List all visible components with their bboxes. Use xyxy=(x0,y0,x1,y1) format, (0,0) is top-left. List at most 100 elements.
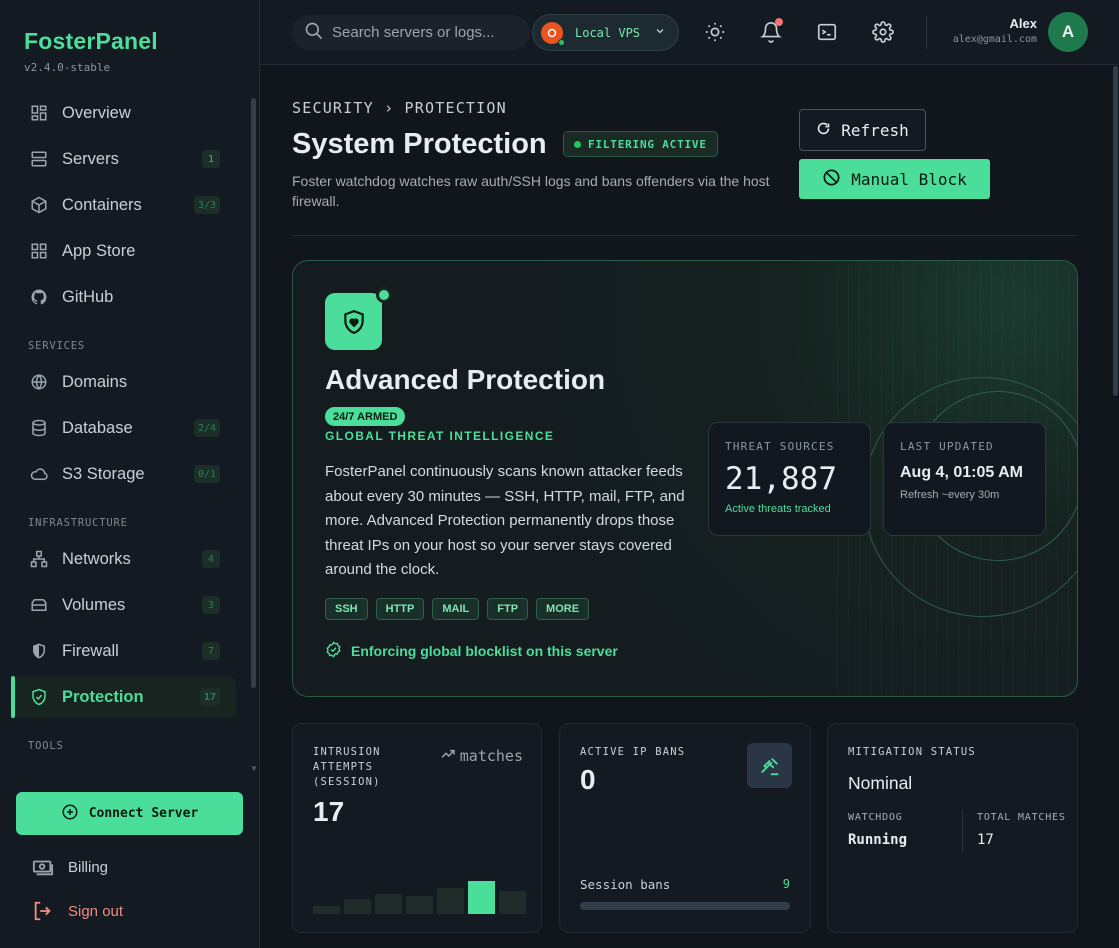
topbar: Local VPS Alex alex@gmail.com A xyxy=(260,0,1119,65)
bans-label: ACTIVE IP BANS xyxy=(580,746,686,758)
search-bar[interactable] xyxy=(292,15,530,50)
sparkline-bar xyxy=(499,891,526,914)
scroll-down-arrow-icon[interactable]: ▼ xyxy=(250,764,258,773)
section-title-tools: TOOLS xyxy=(28,740,64,752)
sparkline-bar xyxy=(437,888,464,914)
shield-heart-icon xyxy=(325,287,392,350)
sidebar-item-overview[interactable]: Overview xyxy=(12,92,236,134)
sidebar-scrollbar[interactable] xyxy=(251,98,256,688)
gear-icon[interactable] xyxy=(871,20,895,44)
tag-mail: MAIL xyxy=(432,598,480,620)
sidebar-item-protection[interactable]: Protection 17 xyxy=(11,676,236,718)
total-matches-value: 17 xyxy=(977,832,994,848)
enforcement-status: Enforcing global blocklist on this serve… xyxy=(325,641,618,661)
count-badge: 17 xyxy=(199,688,220,706)
sidebar-item-domains[interactable]: Domains xyxy=(12,361,236,403)
watchdog-value: Running xyxy=(848,832,908,848)
sidebar-item-label: Volumes xyxy=(62,595,126,614)
volume-icon xyxy=(30,596,48,614)
user-info[interactable]: Alex alex@gmail.com xyxy=(953,16,1037,45)
last-updated-note: Refresh ~every 30m xyxy=(900,489,1000,501)
sidebar-item-label: Firewall xyxy=(62,641,119,660)
section-title-services: SERVICES xyxy=(28,340,85,352)
sign-out-link[interactable]: Sign out xyxy=(32,900,123,922)
money-icon xyxy=(32,856,54,878)
threat-sources-card: THREAT SOURCES 21,887 Active threats tra… xyxy=(708,422,871,536)
sidebar-item-firewall[interactable]: Firewall 7 xyxy=(12,630,236,672)
bell-icon[interactable] xyxy=(759,18,783,44)
trending-up-icon xyxy=(440,746,456,766)
containers-icon xyxy=(30,196,48,214)
database-icon xyxy=(30,419,48,437)
sidebar-item-label: App Store xyxy=(62,241,136,260)
shield-check-icon xyxy=(30,688,48,706)
sidebar-item-label: Containers xyxy=(62,195,142,214)
tag-ftp: FTP xyxy=(487,598,529,620)
shield-icon xyxy=(30,642,48,660)
main-scrollbar[interactable] xyxy=(1113,66,1118,396)
protocol-tags: SSH HTTP MAIL FTP MORE xyxy=(325,598,590,620)
sidebar-item-s3-storage[interactable]: S3 Storage 0/1 xyxy=(12,453,236,495)
manual-block-label: Manual Block xyxy=(851,169,967,189)
sidebar-item-label: GitHub xyxy=(62,287,114,306)
refresh-button[interactable]: Refresh xyxy=(799,109,926,151)
sidebar-item-label: Networks xyxy=(62,549,131,568)
sidebar-item-networks[interactable]: Networks 4 xyxy=(12,538,236,580)
connect-server-button[interactable]: Connect Server xyxy=(16,792,243,835)
status-badge-label: FILTERING ACTIVE xyxy=(588,137,707,151)
sidebar-item-label: Protection xyxy=(62,687,144,706)
app-version: v2.4.0-stable xyxy=(24,61,111,74)
avatar[interactable]: A xyxy=(1048,12,1088,52)
matches-label: matches xyxy=(459,747,523,765)
search-input[interactable] xyxy=(332,24,522,41)
bans-value: 0 xyxy=(580,764,596,795)
network-icon xyxy=(30,550,48,568)
sidebar-item-app-store[interactable]: App Store xyxy=(12,230,236,272)
sidebar-item-database[interactable]: Database 2/4 xyxy=(12,407,236,449)
github-icon xyxy=(30,288,48,306)
sidebar-item-volumes[interactable]: Volumes 3 xyxy=(12,584,236,626)
manual-block-button[interactable]: Manual Block xyxy=(799,159,990,199)
count-badge: 1 xyxy=(202,150,220,168)
sidebar-item-label: Servers xyxy=(62,149,119,168)
count-badge: 7 xyxy=(202,642,220,660)
breadcrumb: SECURITY › PROTECTION xyxy=(292,99,507,117)
watchdog-label: WATCHDOG xyxy=(848,812,903,823)
sparkline-bar xyxy=(406,896,433,914)
user-name: Alex xyxy=(1009,16,1037,31)
count-badge: 3 xyxy=(202,596,220,614)
sign-out-label: Sign out xyxy=(68,902,124,920)
advanced-protection-card: Advanced Protection 24/7 ARMED GLOBAL TH… xyxy=(292,260,1078,697)
overview-icon xyxy=(30,104,48,122)
live-indicator-dot xyxy=(376,287,392,303)
tag-more: MORE xyxy=(536,598,590,620)
app-name[interactable]: FosterPanel xyxy=(24,28,158,55)
billing-link[interactable]: Billing xyxy=(32,856,108,878)
session-bans-progress xyxy=(580,902,790,910)
active-ip-bans-card: ACTIVE IP BANS 0 Session bans 9 xyxy=(559,723,811,933)
connect-server-label: Connect Server xyxy=(88,806,199,821)
sun-icon[interactable] xyxy=(703,20,727,44)
section-title-infrastructure: INFRASTRUCTURE xyxy=(28,517,128,529)
status-badge: FILTERING ACTIVE xyxy=(563,131,718,157)
sidebar-item-containers[interactable]: Containers 3/3 xyxy=(12,184,236,226)
app-store-icon xyxy=(30,242,48,260)
globe-icon xyxy=(30,373,48,391)
hero-title: Advanced Protection xyxy=(325,364,606,395)
sidebar-item-label: Overview xyxy=(62,103,131,122)
sidebar-item-label: S3 Storage xyxy=(62,464,145,483)
brand: FosterPanel v2.4.0-stable xyxy=(24,28,158,74)
notification-dot xyxy=(775,18,783,26)
server-selector[interactable]: Local VPS xyxy=(532,14,679,51)
sparkline-bar xyxy=(313,906,340,914)
header-divider xyxy=(292,235,1078,236)
last-updated-value: Aug 4, 01:05 AM xyxy=(900,464,1023,481)
sparkline-bar xyxy=(468,881,495,914)
hero-eyebrow: GLOBAL THREAT INTELLIGENCE xyxy=(325,429,555,443)
sidebar-item-servers[interactable]: Servers 1 xyxy=(12,138,236,180)
last-updated-card: LAST UPDATED Aug 4, 01:05 AM Refresh ~ev… xyxy=(883,422,1046,536)
threat-sources-value: 21,887 xyxy=(725,461,837,497)
terminal-icon[interactable] xyxy=(815,20,839,44)
sidebar-item-github[interactable]: GitHub xyxy=(12,276,236,318)
sparkline-bar xyxy=(375,894,402,914)
